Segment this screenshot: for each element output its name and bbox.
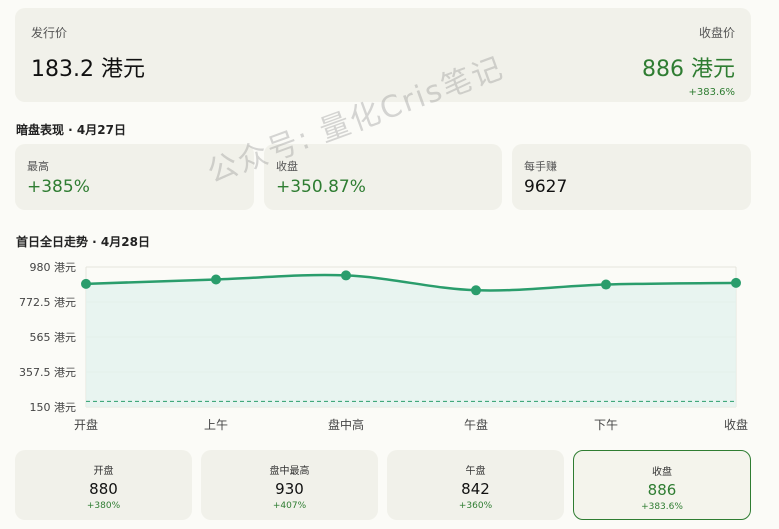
data-point [731, 277, 741, 288]
y-tick-label: 980 港元 [30, 261, 77, 274]
x-tick-label: 收盘 [724, 417, 748, 432]
price-summary-card: 发行价 183.2 港元 收盘价 886 港元 +383.6% [15, 8, 751, 102]
open-label: 开盘 [93, 466, 114, 477]
close-value: 886 [647, 481, 677, 499]
x-tick-label: 盘中高 [328, 417, 364, 432]
dark-high-card: 最高 +385% [15, 144, 254, 210]
data-point [471, 285, 481, 296]
intraday-line-chart: 980 港元 772.5 港元 565 港元 357.5 港元 150 港元开盘 上午 盘中… [19, 261, 748, 432]
midday-value: 842 [461, 480, 490, 498]
intraday-high-value: 930 [275, 480, 304, 498]
close-card[interactable]: 收盘 886 +383.6% [573, 450, 751, 520]
data-point [81, 278, 91, 289]
open-change: +380% [86, 501, 121, 511]
dark-close-value: +350.87% [276, 177, 366, 197]
dark-close-label: 收盘 [276, 160, 298, 173]
x-tick-label: 上午 [204, 418, 228, 432]
issue-price-block: 发行价 183.2 港元 [31, 24, 145, 83]
close-price-change: +383.6% [688, 87, 735, 98]
x-tick-label: 午盘 [464, 417, 488, 432]
close-price-block: 收盘价 886 港元 +383.6% [642, 24, 735, 98]
y-tick-label: 150 港元 [30, 401, 77, 414]
open-price-card[interactable]: 开盘 880 +380% [15, 450, 192, 520]
open-value: 880 [89, 480, 118, 498]
close-label: 收盘 [652, 467, 672, 478]
close-change: +383.6% [641, 502, 683, 512]
profit-per-lot-value: 9627 [524, 177, 568, 197]
x-tick-label: 下午 [594, 418, 618, 432]
close-price-value: 886 港元 [642, 57, 735, 82]
intraday-high-change: +407% [272, 501, 307, 511]
intraday-high-label: 盘中最高 [269, 466, 310, 477]
midday-change: +360% [458, 501, 493, 511]
profit-per-lot-label: 每手赚 [524, 160, 557, 173]
day-section-title: 首日全日走势 · 4月28日 [16, 235, 150, 249]
profit-per-lot-card: 每手赚 9627 [512, 144, 751, 210]
intraday-high-card[interactable]: 盘中最高 930 +407% [201, 450, 378, 520]
issue-price-value: 183.2 港元 [31, 57, 145, 82]
midday-label: 午盘 [465, 466, 486, 477]
dark-section-title: 暗盘表现 · 4月27日 [16, 123, 126, 137]
series-area-fill [86, 275, 736, 407]
data-point [341, 270, 351, 281]
dark-close-card: 收盘 +350.87% [264, 144, 502, 210]
dark-high-label: 最高 [27, 160, 49, 173]
dark-high-value: +385% [27, 177, 90, 197]
y-tick-label: 357.5 港元 [19, 366, 76, 379]
data-point [211, 274, 221, 285]
y-tick-label: 565 港元 [30, 331, 77, 344]
x-tick-label: 开盘 [74, 417, 98, 432]
data-point [601, 279, 611, 290]
issue-price-label: 发行价 [31, 26, 68, 40]
close-price-label: 收盘价 [698, 26, 735, 40]
midday-card[interactable]: 午盘 842 +360% [387, 450, 564, 520]
y-tick-label: 772.5 港元 [19, 296, 76, 309]
